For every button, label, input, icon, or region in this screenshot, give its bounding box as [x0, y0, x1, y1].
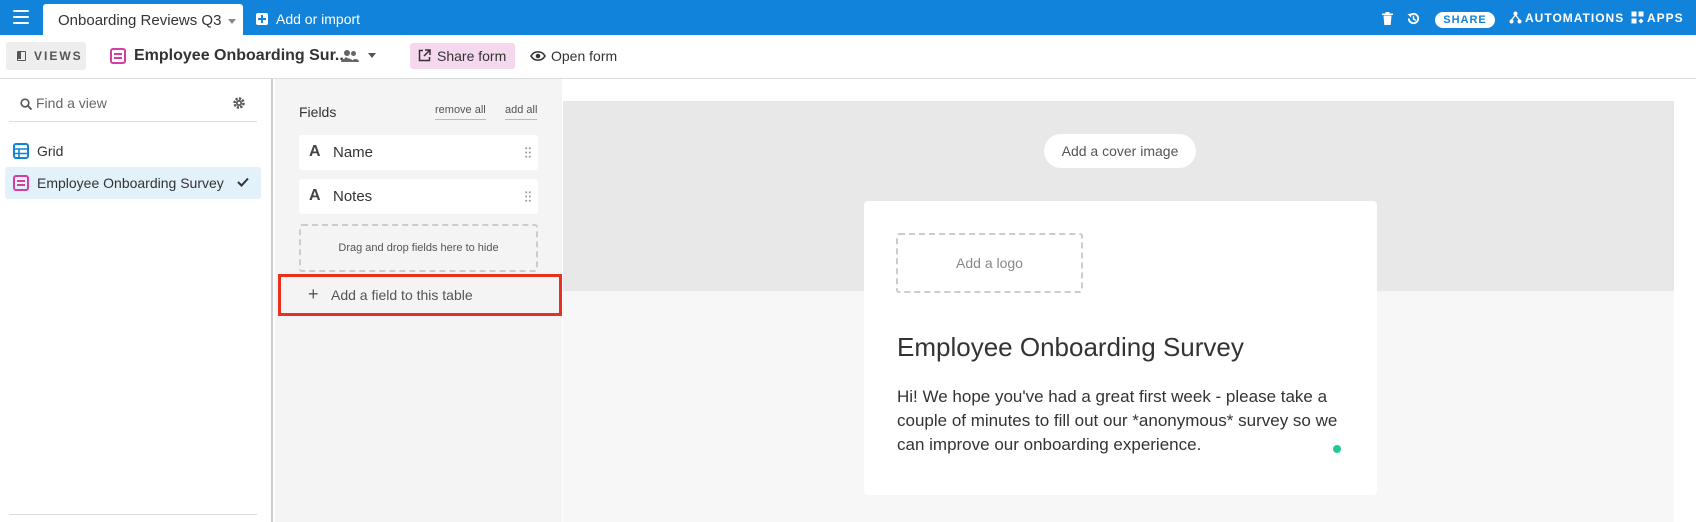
sidebar-item-employee-onboarding-survey[interactable]: Employee Onboarding Survey: [5, 167, 261, 199]
field-card-notes[interactable]: A Notes: [299, 179, 538, 214]
find-view-input[interactable]: [36, 92, 216, 114]
status-indicator: [1333, 445, 1341, 453]
add-or-import-label: Add or import: [276, 11, 361, 27]
menu-icon[interactable]: [13, 10, 29, 24]
field-name: Name: [333, 144, 374, 161]
add-field-label: Add a field to this table: [331, 287, 473, 303]
collaborative-view-icon: [341, 50, 359, 62]
form-preview: Add a cover image Add a logo Employee On…: [563, 101, 1674, 522]
sidebar-toggle-icon: [17, 51, 26, 61]
automations-label: AUTOMATIONS: [1525, 11, 1625, 25]
view-bar: VIEWS Employee Onboarding Sur... Share f…: [0, 35, 1696, 79]
apps-button[interactable]: APPS: [1631, 11, 1684, 25]
drag-handle-icon[interactable]: [525, 147, 531, 158]
add-all-link[interactable]: add all: [505, 104, 538, 120]
check-icon: [237, 177, 249, 187]
add-logo-button[interactable]: Add a logo: [896, 233, 1083, 293]
chevron-down-icon[interactable]: [368, 53, 376, 58]
drag-handle-icon[interactable]: [525, 191, 531, 202]
current-view-name[interactable]: Employee Onboarding Sur...: [134, 47, 348, 65]
share-button[interactable]: SHARE: [1435, 12, 1495, 28]
fields-panel: Fields remove all add all A Name A Notes…: [275, 79, 562, 522]
remove-all-link[interactable]: remove all: [435, 104, 486, 120]
field-name: Notes: [333, 188, 373, 205]
chevron-down-icon[interactable]: [228, 19, 236, 24]
base-tab[interactable]: Onboarding Reviews Q3: [43, 4, 243, 35]
form-card: Add a logo Employee Onboarding Survey Hi…: [864, 201, 1377, 495]
divider: [9, 514, 257, 515]
form-view-icon: [110, 48, 126, 64]
plus-icon: +: [308, 284, 319, 304]
sidebar-item-label: Employee Onboarding Survey: [37, 175, 224, 191]
divider: [9, 121, 257, 122]
eye-icon: [530, 51, 546, 61]
text-field-icon: A: [309, 143, 321, 160]
add-or-import-button[interactable]: Add or import: [256, 11, 360, 27]
add-field-button[interactable]: + Add a field to this table: [278, 274, 562, 316]
form-view-icon: [13, 175, 29, 191]
form-description[interactable]: Hi! We hope you've had a great first wee…: [897, 385, 1347, 457]
share-form-label: Share form: [437, 48, 507, 64]
hide-fields-drop-zone[interactable]: Drag and drop fields here to hide: [299, 224, 538, 272]
search-icon: [20, 98, 32, 110]
plus-icon: [256, 13, 268, 25]
apps-label: APPS: [1647, 11, 1684, 25]
open-form-label: Open form: [551, 48, 618, 64]
fields-title: Fields: [299, 104, 337, 120]
views-sidebar: Grid Employee Onboarding Survey: [0, 79, 273, 522]
automations-icon: [1509, 11, 1522, 24]
share-form-button[interactable]: Share form: [410, 43, 515, 69]
views-toggle-button[interactable]: VIEWS: [6, 42, 86, 70]
add-cover-image-button[interactable]: Add a cover image: [1044, 134, 1196, 168]
top-bar: Onboarding Reviews Q3 Add or import SHAR…: [0, 0, 1696, 35]
open-form-button[interactable]: Open form: [530, 43, 617, 69]
base-name: Onboarding Reviews Q3: [58, 12, 222, 29]
sidebar-item-grid[interactable]: Grid: [5, 135, 261, 167]
history-icon[interactable]: [1406, 11, 1421, 26]
text-field-icon: A: [309, 187, 321, 204]
grid-view-icon: [13, 143, 29, 159]
gear-icon[interactable]: [232, 96, 246, 110]
sidebar-item-label: Grid: [37, 143, 64, 159]
share-icon: [418, 49, 431, 62]
field-card-name[interactable]: A Name: [299, 135, 538, 170]
automations-button[interactable]: AUTOMATIONS: [1509, 11, 1624, 25]
apps-icon: [1631, 11, 1644, 24]
views-label: VIEWS: [34, 49, 83, 63]
trash-icon[interactable]: [1382, 12, 1393, 25]
form-title[interactable]: Employee Onboarding Survey: [897, 332, 1244, 363]
